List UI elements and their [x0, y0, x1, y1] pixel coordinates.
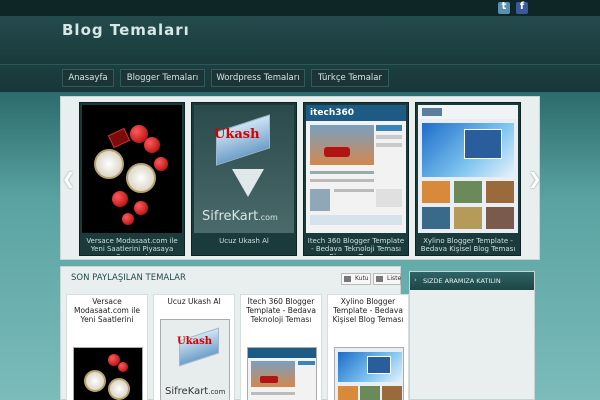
- nav-item-wordpress-temalari[interactable]: Wordpress Temaları: [211, 69, 305, 87]
- site-title[interactable]: Blog Temaları: [62, 21, 190, 39]
- list-icon: [376, 276, 383, 282]
- post-card[interactable]: Versace Modasaat.com ile Yeni Saatlerini…: [66, 294, 148, 400]
- slide-caption: Xylino Blogger Template - Bedava Kişisel…: [420, 237, 516, 253]
- chevron-left-icon[interactable]: ❮: [62, 169, 75, 188]
- post-title[interactable]: Versace Modasaat.com ile Yeni Saatlerini…: [69, 297, 145, 324]
- slide-caption: Ucuz Ukash Al: [219, 237, 269, 245]
- slide-item[interactable]: Versace Modasaat.com ile Yeni Saatlerini…: [79, 102, 185, 256]
- nav-item-blogger-temalari[interactable]: Blogger Temaları: [120, 69, 205, 87]
- featured-slider: ❮ ❯ Versace Modasaat.com ile Yeni Saatle…: [60, 96, 541, 260]
- slide-item[interactable]: itech360 İtech 360 Blogger Template - Be…: [303, 102, 409, 256]
- post-card[interactable]: Ucuz Ukash Al Ukash SifreKart.com: [153, 294, 235, 400]
- widget-header: › SIZDE ARAMIZA KATILIN: [410, 272, 534, 290]
- slide-item[interactable]: Xylino Blogger Template - Bedava Kişisel…: [415, 102, 521, 256]
- nav-item-turkce-temalar[interactable]: Türkçe Temalar: [311, 69, 389, 87]
- chevron-right-icon: ›: [414, 276, 417, 284]
- slide-thumbnail: Ukash SifreKart.com: [194, 105, 294, 233]
- nav-item-anasayfa[interactable]: Anasayfa: [62, 69, 114, 87]
- slide-thumbnail: itech360: [306, 105, 406, 233]
- main-nav: Anasayfa Blogger Temaları Wordpress Tema…: [0, 64, 600, 92]
- latest-themes-section: SON PAYLAŞILAN TEMALAR Kutu Liste Versac…: [60, 266, 409, 400]
- widget-title: SIZDE ARAMIZA KATILIN: [423, 277, 501, 285]
- slide-caption: İtech 360 Blogger Template - Bedava Tekn…: [307, 237, 405, 255]
- top-bar: t f: [0, 0, 600, 16]
- view-grid-button[interactable]: Kutu: [341, 273, 371, 285]
- view-list-button[interactable]: Liste: [373, 273, 401, 285]
- slide-thumbnail: [82, 105, 182, 233]
- post-thumbnail[interactable]: Ukash SifreKart.com: [160, 319, 230, 400]
- post-title[interactable]: Xylino Blogger Template - Bedava Kişisel…: [330, 297, 406, 324]
- section-title: SON PAYLAŞILAN TEMALAR: [71, 273, 186, 283]
- slide-caption: Versace Modasaat.com ile Yeni Saatlerini…: [86, 237, 178, 255]
- slide-thumbnail: [418, 105, 518, 233]
- site-header: Blog Temaları: [0, 16, 600, 64]
- post-card[interactable]: Xylino Blogger Template - Bedava Kişisel…: [327, 294, 409, 400]
- post-thumbnail[interactable]: [247, 347, 317, 400]
- slide-item[interactable]: Ukash SifreKart.com Ucuz Ukash Al: [191, 102, 297, 256]
- post-thumbnail[interactable]: [334, 347, 404, 400]
- facebook-icon[interactable]: f: [516, 1, 528, 14]
- sidebar-widget: › SIZDE ARAMIZA KATILIN: [409, 271, 535, 400]
- chevron-right-icon[interactable]: ❯: [528, 169, 541, 188]
- twitter-icon[interactable]: t: [498, 1, 510, 14]
- grid-icon: [344, 276, 351, 282]
- post-thumbnail[interactable]: [73, 347, 143, 400]
- post-card[interactable]: İtech 360 Blogger Template - Bedava Tekn…: [240, 294, 322, 400]
- post-title[interactable]: İtech 360 Blogger Template - Bedava Tekn…: [243, 297, 319, 324]
